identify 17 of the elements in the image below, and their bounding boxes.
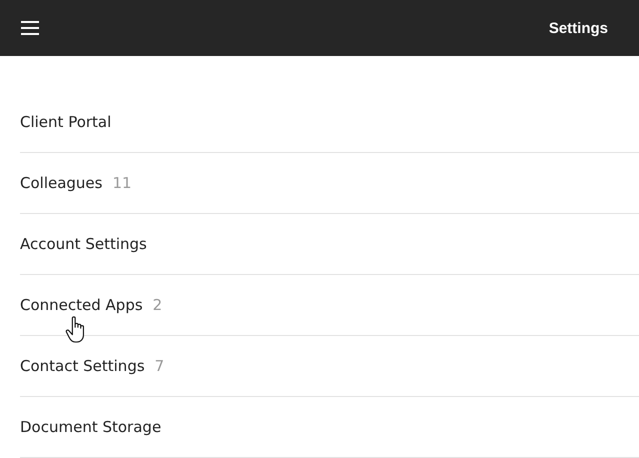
item-label: Contact Settings	[20, 357, 145, 375]
item-label: Account Settings	[20, 235, 147, 253]
menu-icon[interactable]	[21, 21, 39, 35]
settings-item[interactable]: Client Portal	[20, 92, 639, 153]
item-count: 11	[112, 174, 132, 192]
settings-item[interactable]: Colleagues 11	[20, 153, 639, 214]
item-count: 7	[154, 357, 164, 375]
item-label: Document Storage	[20, 418, 162, 436]
item-label: Colleagues	[20, 174, 102, 192]
settings-item[interactable]: Account Settings	[20, 214, 639, 275]
settings-item[interactable]: Connected Apps 2	[20, 275, 639, 336]
page-title: Settings	[548, 20, 608, 36]
item-label: Connected Apps	[20, 296, 143, 314]
settings-item[interactable]: Contact Settings 7	[20, 336, 639, 397]
settings-item[interactable]: Document Storage	[20, 397, 639, 458]
item-label: Client Portal	[20, 113, 112, 131]
item-count: 2	[152, 296, 162, 314]
